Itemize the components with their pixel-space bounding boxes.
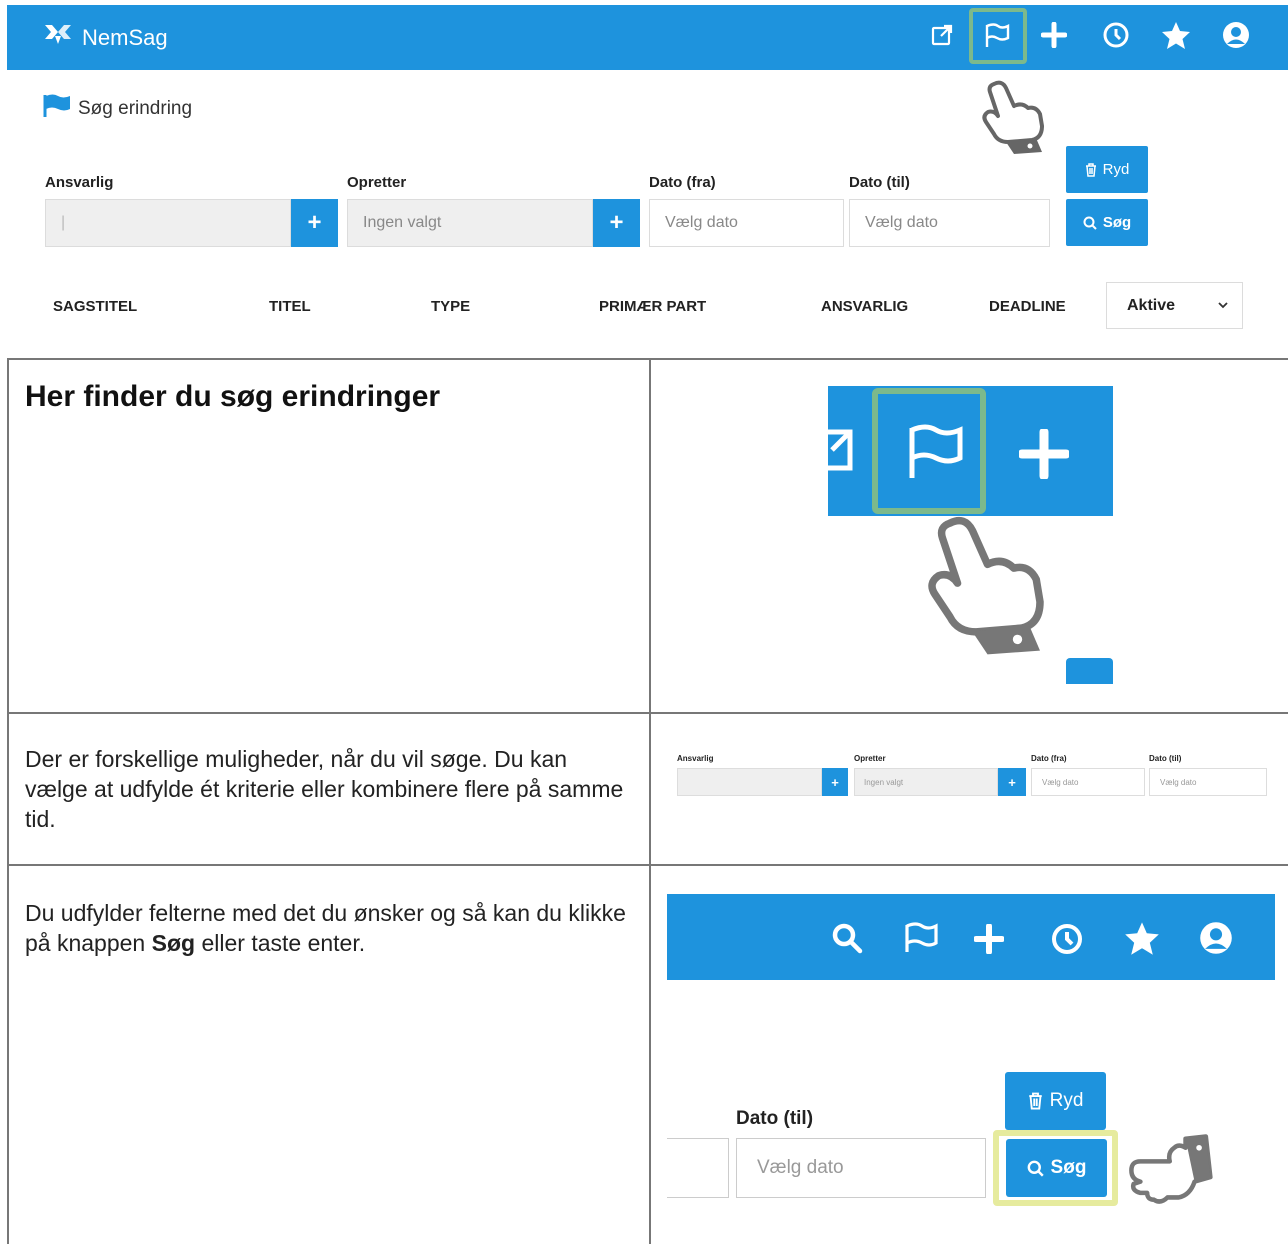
flag-icon-zoomed2 [905, 922, 938, 952]
mini-ansvarlig-input [677, 768, 822, 796]
search-icon-zoomed2 [1027, 1160, 1044, 1177]
trash-icon [1085, 162, 1096, 177]
pointer-hand-icon-zoomed [928, 516, 1044, 655]
dato-til-placeholder: Vælg dato [865, 214, 938, 231]
plus-icon-zoomed [1019, 429, 1069, 479]
table-border-top [7, 358, 1288, 360]
mini-dato-fra-input: Vælg dato [1031, 768, 1145, 796]
status-select[interactable]: Aktive [1106, 282, 1243, 329]
opretter-label: Opretter [347, 174, 407, 191]
star-icon[interactable] [1156, 18, 1196, 52]
mini-dato-fra-label: Dato (fra) [1031, 754, 1067, 763]
dato-til-input[interactable]: Vælg dato [849, 199, 1050, 247]
external-link-icon-zoomed [828, 429, 853, 471]
mini-opretter-add: + [998, 768, 1026, 796]
guide-row3-suffix: eller taste enter. [195, 930, 366, 956]
mini-dato-til-label: Dato (til) [1149, 754, 1182, 763]
zoom2-dato-til-label: Dato (til) [736, 1108, 814, 1129]
pointer-hand-icon [982, 80, 1044, 154]
dato-til-label: Dato (til) [849, 174, 910, 191]
mini-opretter-input: Ingen valgt [854, 768, 998, 796]
star-icon-zoomed [1125, 922, 1159, 955]
flag-icon[interactable] [977, 18, 1017, 52]
nemsag-logo-icon [45, 25, 71, 44]
external-link-icon[interactable] [922, 18, 962, 52]
col-primaer-part[interactable]: PRIMÆR PART [599, 298, 706, 315]
user-icon[interactable] [1216, 18, 1256, 52]
dato-fra-label: Dato (fra) [649, 174, 716, 191]
zoom2-navbar-image [667, 894, 1275, 980]
pointer-hand-icon-left [1129, 1134, 1213, 1204]
zoom2-dato-fra-fragment [667, 1138, 729, 1198]
sog-button[interactable]: Søg [1066, 199, 1148, 246]
dato-fra-placeholder: Vælg dato [665, 214, 738, 231]
mini-opretter-label: Opretter [854, 754, 886, 763]
col-titel[interactable]: TITEL [269, 298, 311, 315]
clock-icon-zoomed [1052, 924, 1082, 954]
mini-ansvarlig-add: + [822, 768, 848, 796]
table-border-left [7, 358, 9, 1244]
ansvarlig-add-button[interactable]: + [291, 199, 338, 247]
app-name[interactable]: NemSag [82, 25, 168, 51]
opretter-placeholder: Ingen valgt [363, 214, 442, 231]
mini-ansvarlig-label: Ansvarlig [677, 754, 714, 763]
table-border-middle [649, 358, 651, 1244]
zoom2-ryd-button: Ryd [1005, 1072, 1106, 1130]
plus-icon-zoomed2 [974, 924, 1004, 954]
col-sagstitel[interactable]: SAGSTITEL [53, 298, 137, 315]
search-icon [1083, 216, 1097, 230]
trash-icon-zoomed [1028, 1092, 1042, 1110]
opretter-add-button[interactable]: + [593, 199, 640, 247]
zoom2-sog-label: Søg [1050, 1157, 1087, 1178]
chevron-down-icon [1218, 302, 1228, 309]
guide-row2-text: Der er forskellige muligheder, når du vi… [25, 746, 624, 832]
dato-fra-input[interactable]: Vælg dato [649, 199, 844, 247]
guide-row3-text: Du udfylder felterne med det du ønsker o… [25, 898, 640, 958]
col-deadline[interactable]: DEADLINE [989, 298, 1066, 315]
table-border-row2 [7, 864, 1288, 866]
ryd-button[interactable]: Ryd [1066, 146, 1148, 193]
guide-row1-title: Her finder du søg erindringer [25, 380, 441, 413]
table-border-row1 [7, 712, 1288, 714]
ansvarlig-input[interactable]: | [45, 199, 291, 247]
clock-icon[interactable] [1096, 18, 1136, 52]
ansvarlig-value: | [61, 214, 66, 231]
mini-dato-til-input: Vælg dato [1149, 768, 1267, 796]
col-ansvarlig[interactable]: ANSVARLIG [821, 298, 908, 315]
user-icon-zoomed [1200, 922, 1232, 954]
zoom2-sog-button: Søg [1006, 1139, 1107, 1197]
opretter-input[interactable]: Ingen valgt [347, 199, 593, 247]
plus-icon[interactable] [1034, 18, 1074, 52]
zoom2-ryd-label: Ryd [1049, 1090, 1084, 1111]
guide-row3-bold: Søg [151, 930, 196, 956]
ansvarlig-label: Ansvarlig [45, 174, 114, 191]
ryd-label: Ryd [1102, 161, 1130, 178]
flag-title-icon [43, 94, 70, 117]
sog-label: Søg [1102, 214, 1132, 231]
zoom2-dato-til-input: Vælg dato [736, 1138, 986, 1198]
search-icon-zoomed [832, 923, 863, 954]
status-select-value: Aktive [1127, 296, 1176, 314]
page-title: Søg erindring [78, 98, 193, 119]
flag-icon-zoomed [909, 424, 963, 478]
zoom-button-fragment [1066, 658, 1113, 684]
col-type[interactable]: TYPE [431, 298, 470, 315]
